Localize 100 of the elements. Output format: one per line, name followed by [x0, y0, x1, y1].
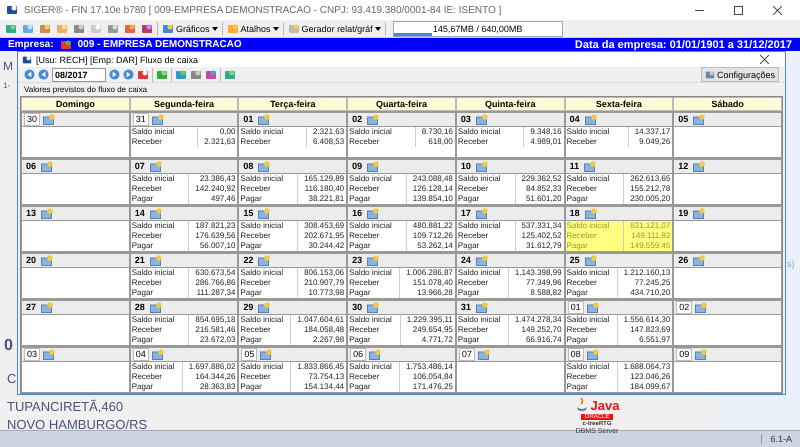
folder-icon[interactable]: [693, 255, 706, 266]
entry-value: 23.672,03: [198, 335, 236, 345]
day-number: 06: [350, 348, 366, 361]
folder-icon[interactable]: [476, 208, 488, 219]
folder-icon[interactable]: [695, 302, 708, 313]
folder-icon[interactable]: [695, 349, 708, 360]
weekday-header: Quarta-feira: [347, 97, 456, 111]
toolbar-icon: [90, 22, 102, 34]
day-number: 19: [677, 208, 690, 219]
maximize-icon[interactable]: [734, 6, 743, 14]
folder-icon[interactable]: [150, 302, 162, 313]
entry-label: Saldo inicial: [239, 127, 307, 137]
folder-icon[interactable]: [367, 255, 380, 266]
background-label: M: [3, 59, 13, 73]
folder-icon[interactable]: [476, 114, 488, 125]
menu-icon: [226, 22, 239, 34]
day-number: 30: [24, 113, 40, 126]
folder-icon[interactable]: [584, 208, 597, 219]
close-icon[interactable]: [773, 6, 782, 14]
folder-icon[interactable]: [43, 349, 56, 360]
folder-icon[interactable]: [478, 349, 490, 360]
entry-label: Pagar: [239, 241, 298, 251]
entry-value: 13.966,28: [416, 288, 454, 298]
folder-icon[interactable]: [260, 349, 272, 360]
day-number: 04: [568, 114, 581, 125]
folder-icon[interactable]: [584, 114, 597, 125]
folder-icon[interactable]: [41, 161, 54, 172]
folder-icon[interactable]: [476, 255, 488, 266]
entry-value: 116.180,40: [304, 184, 346, 194]
app-logo-icon: [22, 54, 32, 64]
toolbar-menu-button[interactable]: Atalhos: [226, 20, 280, 36]
folder-icon[interactable]: [693, 161, 706, 172]
folder-icon[interactable]: [41, 208, 54, 219]
toolbar-icon: [124, 22, 136, 34]
folder-icon[interactable]: [367, 114, 380, 125]
folder-icon[interactable]: [584, 255, 597, 266]
folder-icon[interactable]: [150, 255, 162, 266]
entry-label: Pagar: [130, 382, 183, 392]
entry-label: Receber: [566, 231, 624, 241]
toolbar-menu-button[interactable]: Gerador relat/gráf: [286, 20, 382, 36]
folder-icon[interactable]: [367, 161, 380, 172]
entry-value: 56.007,10: [198, 241, 236, 251]
folder-icon[interactable]: [150, 208, 162, 219]
folder-icon[interactable]: [586, 302, 599, 313]
folder-icon[interactable]: [43, 114, 56, 125]
day-number: 09: [351, 161, 364, 172]
entry-value: 9.049,26: [638, 137, 672, 147]
entry-label: Receber: [456, 231, 516, 241]
entry-value: 126.128,14: [412, 184, 454, 194]
next-icon[interactable]: [109, 69, 120, 80]
entry-value: 229.362,52: [520, 174, 563, 184]
settings-button[interactable]: Configurações: [700, 67, 779, 82]
folder-icon[interactable]: [693, 114, 706, 125]
entry-value: 618,00: [427, 137, 454, 147]
toolbar-menu-button[interactable]: Gráficos: [161, 20, 219, 36]
folder-icon[interactable]: [41, 255, 54, 266]
first-page-icon[interactable]: [24, 69, 35, 80]
entry-value: 286.766,86: [194, 278, 236, 288]
close-icon[interactable]: [760, 55, 769, 64]
folder-icon[interactable]: [258, 114, 270, 125]
entry-value: 176.639,56: [194, 231, 236, 241]
folder-icon[interactable]: [586, 349, 599, 360]
folder-icon[interactable]: [258, 208, 270, 219]
day-number: 11: [568, 161, 580, 172]
entry-value: 109.712,26: [412, 231, 454, 241]
entry-label: Pagar: [239, 194, 298, 204]
entry-label: Pagar: [348, 288, 400, 298]
folder-icon[interactable]: [693, 208, 706, 219]
month-field[interactable]: 08/2017: [52, 68, 106, 82]
entry-value: 106.054,84: [412, 372, 454, 382]
folder-icon[interactable]: [258, 255, 270, 266]
folder-icon[interactable]: [369, 349, 382, 360]
folder-icon[interactable]: [152, 114, 164, 125]
folder-icon[interactable]: [152, 349, 164, 360]
entry-label: Saldo inicial: [566, 315, 618, 325]
entry-label: Receber: [456, 184, 516, 194]
entry-value: 6.408,53: [312, 137, 346, 147]
folder-icon[interactable]: [476, 161, 488, 172]
entry-value: 2.321,63: [312, 127, 346, 137]
folder-icon[interactable]: [367, 208, 380, 219]
entry-value: 1.047.604,61: [296, 315, 346, 325]
day-number: 15: [242, 208, 254, 219]
folder-icon[interactable]: [258, 161, 270, 172]
day-number: 08: [568, 348, 584, 361]
entry-value: 1.006.286,87: [405, 268, 454, 278]
entry-value: 10.773,98: [308, 288, 346, 298]
entry-label: Pagar: [566, 382, 618, 392]
entry-value: 123.046,26: [629, 372, 672, 382]
previous-icon[interactable]: [38, 69, 49, 80]
entry-label: Pagar: [566, 241, 624, 251]
folder-icon[interactable]: [150, 161, 162, 172]
entry-label: Pagar: [130, 194, 190, 204]
entry-label: Pagar: [456, 194, 516, 204]
folder-icon[interactable]: [258, 302, 270, 313]
last-page-icon[interactable]: [123, 69, 134, 80]
folder-icon[interactable]: [367, 302, 380, 313]
folder-icon[interactable]: [584, 161, 596, 172]
folder-icon[interactable]: [41, 302, 54, 313]
folder-icon[interactable]: [476, 302, 488, 313]
entry-value: 23.386,43: [198, 174, 236, 184]
